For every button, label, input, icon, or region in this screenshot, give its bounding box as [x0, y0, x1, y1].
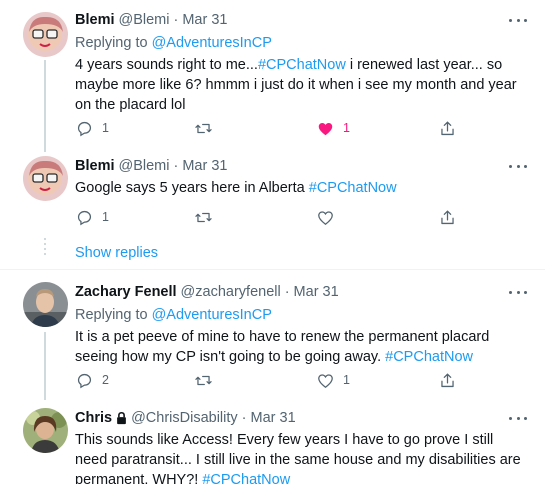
replying-to-label: Replying to	[75, 35, 152, 51]
tweet-date[interactable]: Mar 31	[294, 284, 339, 300]
replying-to: Replying to @AdventuresInCP	[75, 305, 527, 325]
tweet-text: Google says 5 years here in Alberta #CPC…	[75, 178, 527, 198]
reply-count: 1	[102, 210, 109, 224]
share-button[interactable]	[438, 207, 457, 227]
more-icon[interactable]	[509, 285, 527, 299]
share-button[interactable]	[438, 118, 457, 138]
avatar[interactable]	[23, 12, 68, 57]
retweet-icon	[195, 375, 212, 385]
author-handle[interactable]: @zacharyfenell	[181, 284, 281, 300]
tweet-actions: 2 1	[0, 370, 545, 390]
tweet-text: 4 years sounds right to me...#CPChatNow …	[75, 55, 527, 115]
avatar[interactable]	[23, 156, 68, 201]
like-button[interactable]	[316, 207, 335, 227]
reply-count: 2	[102, 373, 109, 387]
tweet-date[interactable]: Mar 31	[182, 12, 227, 28]
retweet-icon	[195, 212, 212, 222]
show-replies-link[interactable]: Show replies	[75, 245, 158, 261]
share-icon	[441, 373, 454, 387]
author-name[interactable]: Blemi	[75, 12, 115, 28]
tweet-actions: 1	[0, 207, 545, 227]
retweet-button[interactable]	[194, 370, 213, 390]
avatar[interactable]	[23, 282, 68, 327]
retweet-icon	[195, 123, 212, 133]
more-icon[interactable]	[509, 159, 527, 173]
author-name[interactable]: Zachary Fenell	[75, 284, 177, 300]
lock-icon	[117, 411, 126, 425]
replying-to-label: Replying to	[75, 307, 152, 323]
reply-icon	[77, 210, 92, 225]
share-button[interactable]	[438, 370, 457, 390]
like-icon	[318, 373, 333, 388]
author-handle[interactable]: @Blemi	[119, 12, 170, 28]
tweet-date[interactable]: Mar 31	[182, 158, 227, 174]
like-icon	[318, 122, 333, 135]
like-button[interactable]: 1	[316, 118, 350, 138]
tweet-text: It is a pet peeve of mine to have to ren…	[75, 327, 527, 367]
hashtag-link[interactable]: #CPChatNow	[202, 472, 290, 484]
separator-dot: ·	[284, 284, 290, 300]
replying-to-link[interactable]: @AdventuresInCP	[152, 307, 272, 323]
tweet-actions: 1 1	[0, 118, 545, 138]
separator-dot: ·	[173, 12, 179, 28]
tweet-4[interactable]: Chris @ChrisDisability · Mar 31 This sou…	[0, 400, 545, 484]
like-count: 1	[343, 121, 350, 135]
hashtag-link[interactable]: #CPChatNow	[258, 57, 346, 73]
retweet-button[interactable]	[194, 207, 213, 227]
share-icon	[441, 210, 454, 224]
replying-to-link[interactable]: @AdventuresInCP	[152, 35, 272, 51]
like-count: 1	[343, 373, 350, 387]
share-icon	[441, 121, 454, 135]
replying-to: Replying to @AdventuresInCP	[75, 33, 527, 53]
more-icon[interactable]	[509, 411, 527, 425]
reply-icon	[77, 121, 92, 136]
reply-button[interactable]: 2	[75, 370, 109, 390]
like-icon	[318, 210, 333, 225]
author-handle[interactable]: @ChrisDisability	[131, 410, 238, 426]
more-icon[interactable]	[509, 13, 527, 27]
retweet-button[interactable]	[194, 118, 213, 138]
like-button[interactable]: 1	[316, 370, 350, 390]
author-name[interactable]: Chris	[75, 410, 112, 426]
reply-button[interactable]: 1	[75, 207, 109, 227]
text-segment: This sounds like Access! Every few years…	[75, 432, 521, 484]
text-segment: Google says 5 years here in Alberta	[75, 180, 309, 196]
hashtag-link[interactable]: #CPChatNow	[385, 349, 473, 365]
separator-dot: ·	[173, 158, 179, 174]
reply-icon	[77, 373, 92, 388]
separator-dot: ·	[241, 410, 247, 426]
reply-button[interactable]: 1	[75, 118, 109, 138]
reply-count: 1	[102, 121, 109, 135]
avatar[interactable]	[23, 408, 68, 453]
author-handle[interactable]: @Blemi	[119, 158, 170, 174]
tweet-text: This sounds like Access! Every few years…	[75, 430, 527, 484]
hashtag-link[interactable]: #CPChatNow	[309, 180, 397, 196]
text-segment: 4 years sounds right to me...	[75, 57, 258, 73]
tweet-1[interactable]: Blemi @Blemi · Mar 31 Replying to @Adven…	[0, 0, 545, 152]
thread-dots	[44, 238, 46, 258]
tweet-date[interactable]: Mar 31	[251, 410, 296, 426]
thread-line	[44, 60, 46, 152]
author-name[interactable]: Blemi	[75, 158, 115, 174]
tweet-3[interactable]: Zachary Fenell @zacharyfenell · Mar 31 R…	[0, 270, 545, 400]
tweet-2[interactable]: Blemi @Blemi · Mar 31 Google says 5 year…	[0, 150, 545, 270]
